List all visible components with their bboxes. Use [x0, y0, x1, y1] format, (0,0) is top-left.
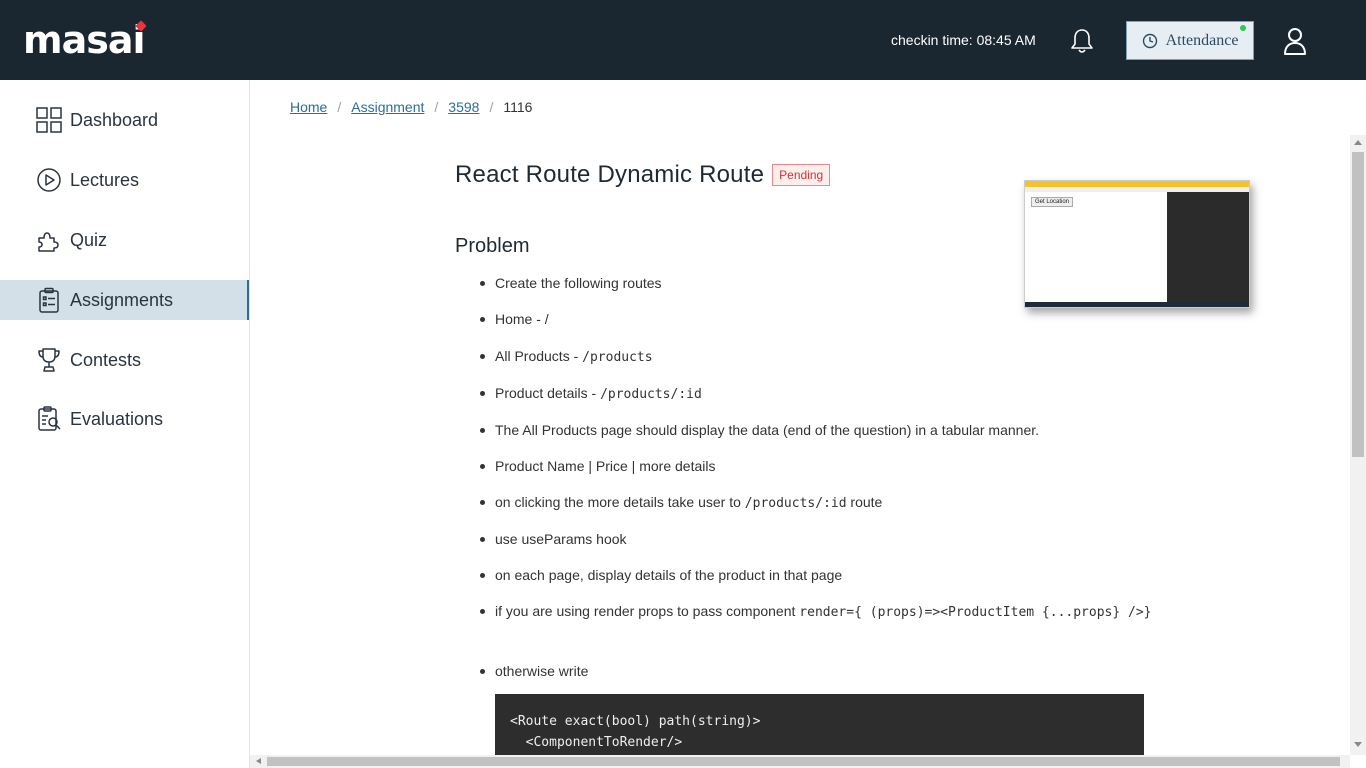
sidebar-item-label: Assignments	[70, 289, 174, 310]
checkin-time: checkin time: 08:45 AM	[891, 32, 1036, 48]
sidebar-item-quiz[interactable]: Quiz	[0, 220, 249, 260]
sidebar-item-label: Quiz	[70, 229, 108, 250]
scroll-up-arrow-icon[interactable]	[1354, 140, 1362, 145]
problem-heading: Problem	[455, 235, 530, 257]
puzzle-icon	[36, 227, 62, 253]
vertical-scroll-thumb[interactable]	[1352, 152, 1364, 457]
breadcrumb-id-link[interactable]: 3598	[448, 99, 479, 115]
list-item: The All Products page should display the…	[480, 419, 1155, 455]
bell-icon[interactable]	[1068, 27, 1096, 55]
list-item: on clicking the more details take user t…	[480, 491, 1155, 528]
sidebar-item-label: Contests	[70, 349, 142, 370]
list-item: Create the following routes	[480, 272, 1155, 308]
list-item: Product Name | Price | more details	[480, 455, 1155, 491]
attendance-button[interactable]: Attendance	[1126, 21, 1254, 60]
item-text: otherwise write	[495, 663, 589, 679]
clock-icon	[1142, 33, 1157, 48]
breadcrumb: Home / Assignment / 3598 / 1116	[290, 99, 532, 115]
sidebar-item-evaluations[interactable]: Evaluations	[0, 399, 249, 439]
sidebar: Dashboard Lectures Quiz Assignments Cont…	[0, 80, 250, 768]
item-text: Product Name | Price | more details	[495, 458, 716, 474]
attendance-label: Attendance	[1165, 31, 1239, 49]
breadcrumb-separator: /	[434, 99, 439, 115]
item-text: Product details -	[495, 385, 601, 401]
item-text: if you are using render props to pass co…	[495, 603, 800, 619]
masai-logo[interactable]: masai	[23, 18, 147, 62]
logo-text: masai	[23, 18, 146, 62]
top-bar: masai checkin time: 08:45 AM Attendance	[0, 0, 1366, 80]
title-row: React Route Dynamic Route Pending	[455, 161, 831, 189]
sidebar-item-lectures[interactable]: Lectures	[0, 160, 249, 200]
assignment-content[interactable]: React Route Dynamic Route Pending Get Lo…	[250, 135, 1350, 755]
item-code: /products/:id	[600, 387, 702, 402]
thumbnail-button: Get Location	[1031, 197, 1074, 207]
code-block: <Route exact(bool) path(string)> <Compon…	[495, 694, 1144, 755]
problem-list: Create the following routes Home - / All…	[480, 272, 1155, 696]
sidebar-item-dashboard[interactable]: Dashboard	[0, 100, 249, 140]
sidebar-item-label: Evaluations	[70, 408, 164, 429]
list-item: otherwise write	[480, 660, 1155, 696]
sidebar-item-assignments[interactable]: Assignments	[0, 280, 249, 320]
play-circle-icon	[36, 167, 62, 193]
list-item: All Products - /products	[480, 345, 1155, 382]
breadcrumb-separator: /	[337, 99, 342, 115]
evaluation-icon	[36, 406, 62, 432]
horizontal-scrollbar[interactable]	[250, 755, 1350, 768]
list-item: if you are using render props to pass co…	[480, 600, 1155, 660]
user-profile-icon[interactable]	[1282, 26, 1308, 56]
page-title: React Route Dynamic Route	[455, 161, 765, 188]
list-item: Product details - /products/:id	[480, 382, 1155, 419]
breadcrumb-home-link[interactable]: Home	[290, 99, 327, 115]
trophy-icon	[36, 347, 62, 373]
scroll-left-arrow-icon[interactable]	[256, 758, 261, 764]
item-text: All Products -	[495, 348, 583, 364]
item-suffix: route	[846, 494, 883, 510]
status-badge: Pending	[772, 164, 831, 186]
grid-icon	[36, 107, 62, 133]
item-text: on clicking the more details take user t…	[495, 494, 745, 510]
list-item: use useParams hook	[480, 528, 1155, 564]
list-item: Home - /	[480, 308, 1155, 345]
item-text: use useParams hook	[495, 531, 627, 547]
item-text: Home - /	[495, 311, 549, 327]
item-code: /products	[582, 350, 653, 365]
thumbnail-devtools	[1167, 192, 1249, 304]
sidebar-item-label: Dashboard	[70, 109, 159, 130]
horizontal-scroll-thumb[interactable]	[267, 757, 1340, 766]
list-item: on each page, display details of the pro…	[480, 564, 1155, 600]
item-text: The All Products page should display the…	[495, 422, 1040, 438]
item-code: render={ (props)=><ProductItem {...props…	[799, 605, 1152, 620]
breadcrumb-assignment-link[interactable]: Assignment	[351, 99, 424, 115]
item-text: Create the following routes	[495, 275, 662, 291]
breadcrumb-separator: /	[489, 99, 494, 115]
attendance-status-dot	[1240, 25, 1246, 31]
scroll-down-arrow-icon[interactable]	[1354, 742, 1362, 747]
breadcrumb-current: 1116	[503, 99, 533, 115]
sidebar-item-contests[interactable]: Contests	[0, 340, 249, 380]
sidebar-item-label: Lectures	[70, 169, 140, 190]
vertical-scrollbar[interactable]	[1350, 135, 1366, 755]
item-code: /products/:id	[744, 496, 847, 511]
clipboard-icon	[36, 287, 62, 313]
item-text: on each page, display details of the pro…	[495, 567, 843, 583]
